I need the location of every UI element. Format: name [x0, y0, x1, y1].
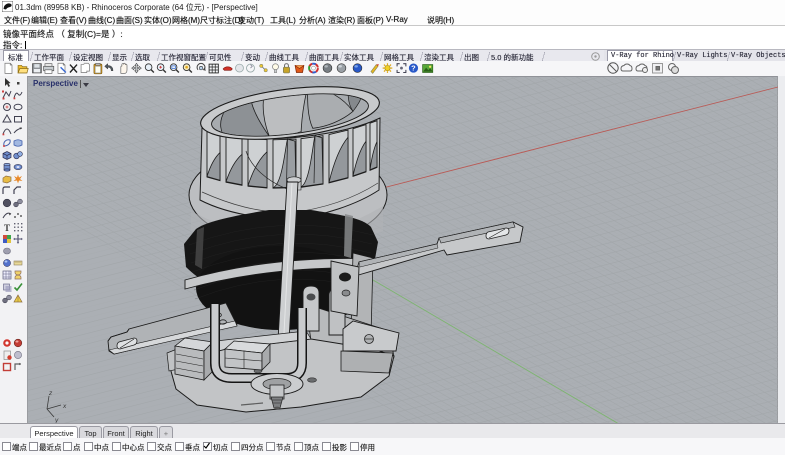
svg-text:x: x	[62, 403, 67, 410]
svg-text:?: ?	[411, 64, 416, 73]
svg-text:T: T	[4, 223, 10, 233]
svg-text:z: z	[48, 390, 53, 397]
